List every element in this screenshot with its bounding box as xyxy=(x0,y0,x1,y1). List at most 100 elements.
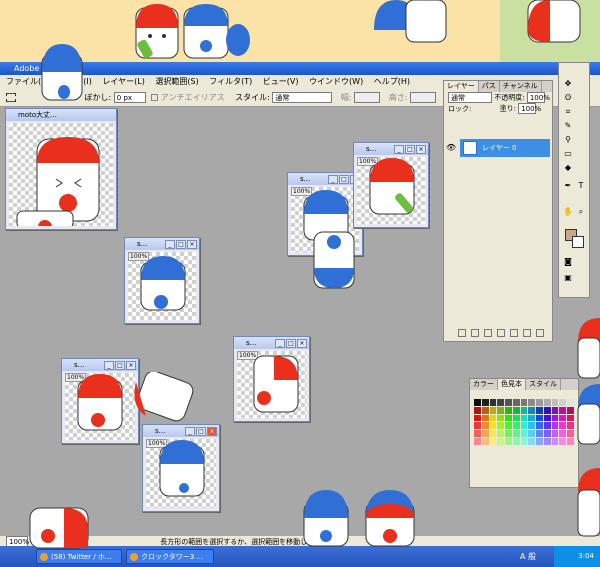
folder-icon[interactable] xyxy=(510,329,518,337)
trash-icon[interactable] xyxy=(536,329,544,337)
swatch[interactable] xyxy=(481,422,489,430)
swatch[interactable] xyxy=(543,422,551,430)
swatch[interactable] xyxy=(481,438,489,445)
swatch[interactable] xyxy=(528,406,536,414)
swatch[interactable] xyxy=(536,438,543,445)
swatch[interactable] xyxy=(512,422,520,430)
swatch[interactable] xyxy=(551,414,559,422)
brush-tool-icon[interactable]: ✎ xyxy=(563,121,573,131)
close-icon[interactable]: × xyxy=(297,339,307,348)
text-tool-icon[interactable]: T xyxy=(576,181,586,191)
swatch[interactable] xyxy=(489,438,497,445)
close-icon[interactable]: × xyxy=(207,427,217,436)
close-icon[interactable]: × xyxy=(126,361,136,370)
quickmask-icon[interactable]: ◙ xyxy=(563,257,573,267)
swatch[interactable] xyxy=(481,414,489,422)
swatch[interactable] xyxy=(489,406,497,414)
width-input[interactable] xyxy=(354,92,381,103)
swatch[interactable] xyxy=(559,406,567,414)
minimize-icon[interactable]: _ xyxy=(165,240,175,249)
swatch[interactable] xyxy=(481,399,489,406)
swatch[interactable] xyxy=(505,438,512,445)
crop-tool-icon[interactable]: ⌗ xyxy=(563,107,573,117)
layer-row-0[interactable]: レイヤー 0 xyxy=(460,139,550,157)
maximize-icon[interactable]: □ xyxy=(405,145,415,154)
stamp-tool-icon[interactable]: ⚲ xyxy=(563,135,573,145)
swatch[interactable] xyxy=(528,430,536,438)
swatch[interactable] xyxy=(497,430,505,438)
swatch[interactable] xyxy=(520,414,528,422)
tab-color[interactable]: カラー xyxy=(470,379,498,390)
tab-styles[interactable]: スタイル xyxy=(526,379,561,390)
swatch[interactable] xyxy=(536,406,543,414)
eye-icon[interactable]: 👁 xyxy=(446,143,456,152)
swatch[interactable] xyxy=(474,406,481,414)
eraser-tool-icon[interactable]: ▭ xyxy=(563,149,573,159)
swatch[interactable] xyxy=(520,399,528,406)
maximize-icon[interactable]: □ xyxy=(176,240,186,249)
swatch[interactable] xyxy=(543,406,551,414)
menu-help[interactable]: ヘルプ(H) xyxy=(374,77,410,86)
swatch[interactable] xyxy=(512,399,520,406)
swatch[interactable] xyxy=(520,422,528,430)
swatch[interactable] xyxy=(481,430,489,438)
fill-input[interactable]: 100% xyxy=(518,103,541,114)
taskbar-item-clocktower[interactable]: クロックタワー3 ... xyxy=(126,549,214,564)
swatch[interactable] xyxy=(474,438,481,445)
swatch[interactable] xyxy=(474,414,481,422)
swatch[interactable] xyxy=(543,438,551,445)
maximize-icon[interactable]: □ xyxy=(115,361,125,370)
background-color-swatch[interactable] xyxy=(572,236,584,248)
swatch[interactable] xyxy=(505,399,512,406)
link-icon[interactable] xyxy=(458,329,466,337)
swatch-grid[interactable] xyxy=(474,399,574,445)
swatch[interactable] xyxy=(536,422,543,430)
swatch[interactable] xyxy=(474,430,481,438)
menu-filter[interactable]: フィルタ(T) xyxy=(209,77,252,86)
swatch[interactable] xyxy=(505,414,512,422)
tab-channels[interactable]: チャンネル xyxy=(500,81,542,92)
swatch[interactable] xyxy=(474,399,481,406)
tab-layers[interactable]: レイヤー xyxy=(444,81,479,92)
menu-layer[interactable]: レイヤー(L) xyxy=(102,77,144,86)
document-window-main[interactable]: moto大丈... xyxy=(5,108,117,230)
swatch[interactable] xyxy=(543,430,551,438)
lasso-tool-icon[interactable]: ʘ xyxy=(563,93,573,103)
blend-mode-select[interactable]: 通常 xyxy=(448,92,492,103)
menu-window[interactable]: ウインドウ(W) xyxy=(309,77,363,86)
swatch[interactable] xyxy=(528,438,536,445)
swatch[interactable] xyxy=(528,414,536,422)
swatch[interactable] xyxy=(505,406,512,414)
style-select[interactable]: 通常 xyxy=(272,92,333,103)
minimize-icon[interactable]: _ xyxy=(328,175,338,184)
marquee-tool-icon[interactable] xyxy=(6,93,16,102)
clock[interactable]: 3:04 xyxy=(578,552,594,560)
swatch[interactable] xyxy=(528,399,536,406)
swatch[interactable] xyxy=(489,399,497,406)
swatch[interactable] xyxy=(559,414,567,422)
feather-input[interactable]: 0 px xyxy=(113,92,146,103)
swatch[interactable] xyxy=(481,406,489,414)
swatch[interactable] xyxy=(520,438,528,445)
tab-swatches[interactable]: 色見本 xyxy=(498,379,526,390)
swatch[interactable] xyxy=(497,438,505,445)
pen-tool-icon[interactable]: ✒ xyxy=(563,181,573,191)
antialias-checkbox[interactable] xyxy=(151,94,159,101)
zoom-tool-icon[interactable]: ⌕ xyxy=(576,207,586,217)
swatch[interactable] xyxy=(536,399,543,406)
close-icon[interactable]: × xyxy=(416,145,426,154)
swatch[interactable] xyxy=(520,406,528,414)
swatch[interactable] xyxy=(551,438,559,445)
bucket-tool-icon[interactable]: ◆ xyxy=(563,163,573,173)
adjustment-icon[interactable] xyxy=(497,329,505,337)
screen-mode-icon[interactable]: ▣ xyxy=(563,273,573,283)
menu-select[interactable]: 選択範囲(S) xyxy=(155,77,198,86)
swatch[interactable] xyxy=(528,422,536,430)
fx-icon[interactable] xyxy=(471,329,479,337)
opacity-input[interactable]: 100% xyxy=(526,92,550,103)
new-layer-icon[interactable] xyxy=(523,329,531,337)
swatch[interactable] xyxy=(559,430,567,438)
taskbar-item-twitter[interactable]: (58) Twitter / ホ... xyxy=(36,549,122,564)
ime-indicator[interactable]: A 般 xyxy=(520,549,536,564)
maximize-icon[interactable]: □ xyxy=(339,175,349,184)
